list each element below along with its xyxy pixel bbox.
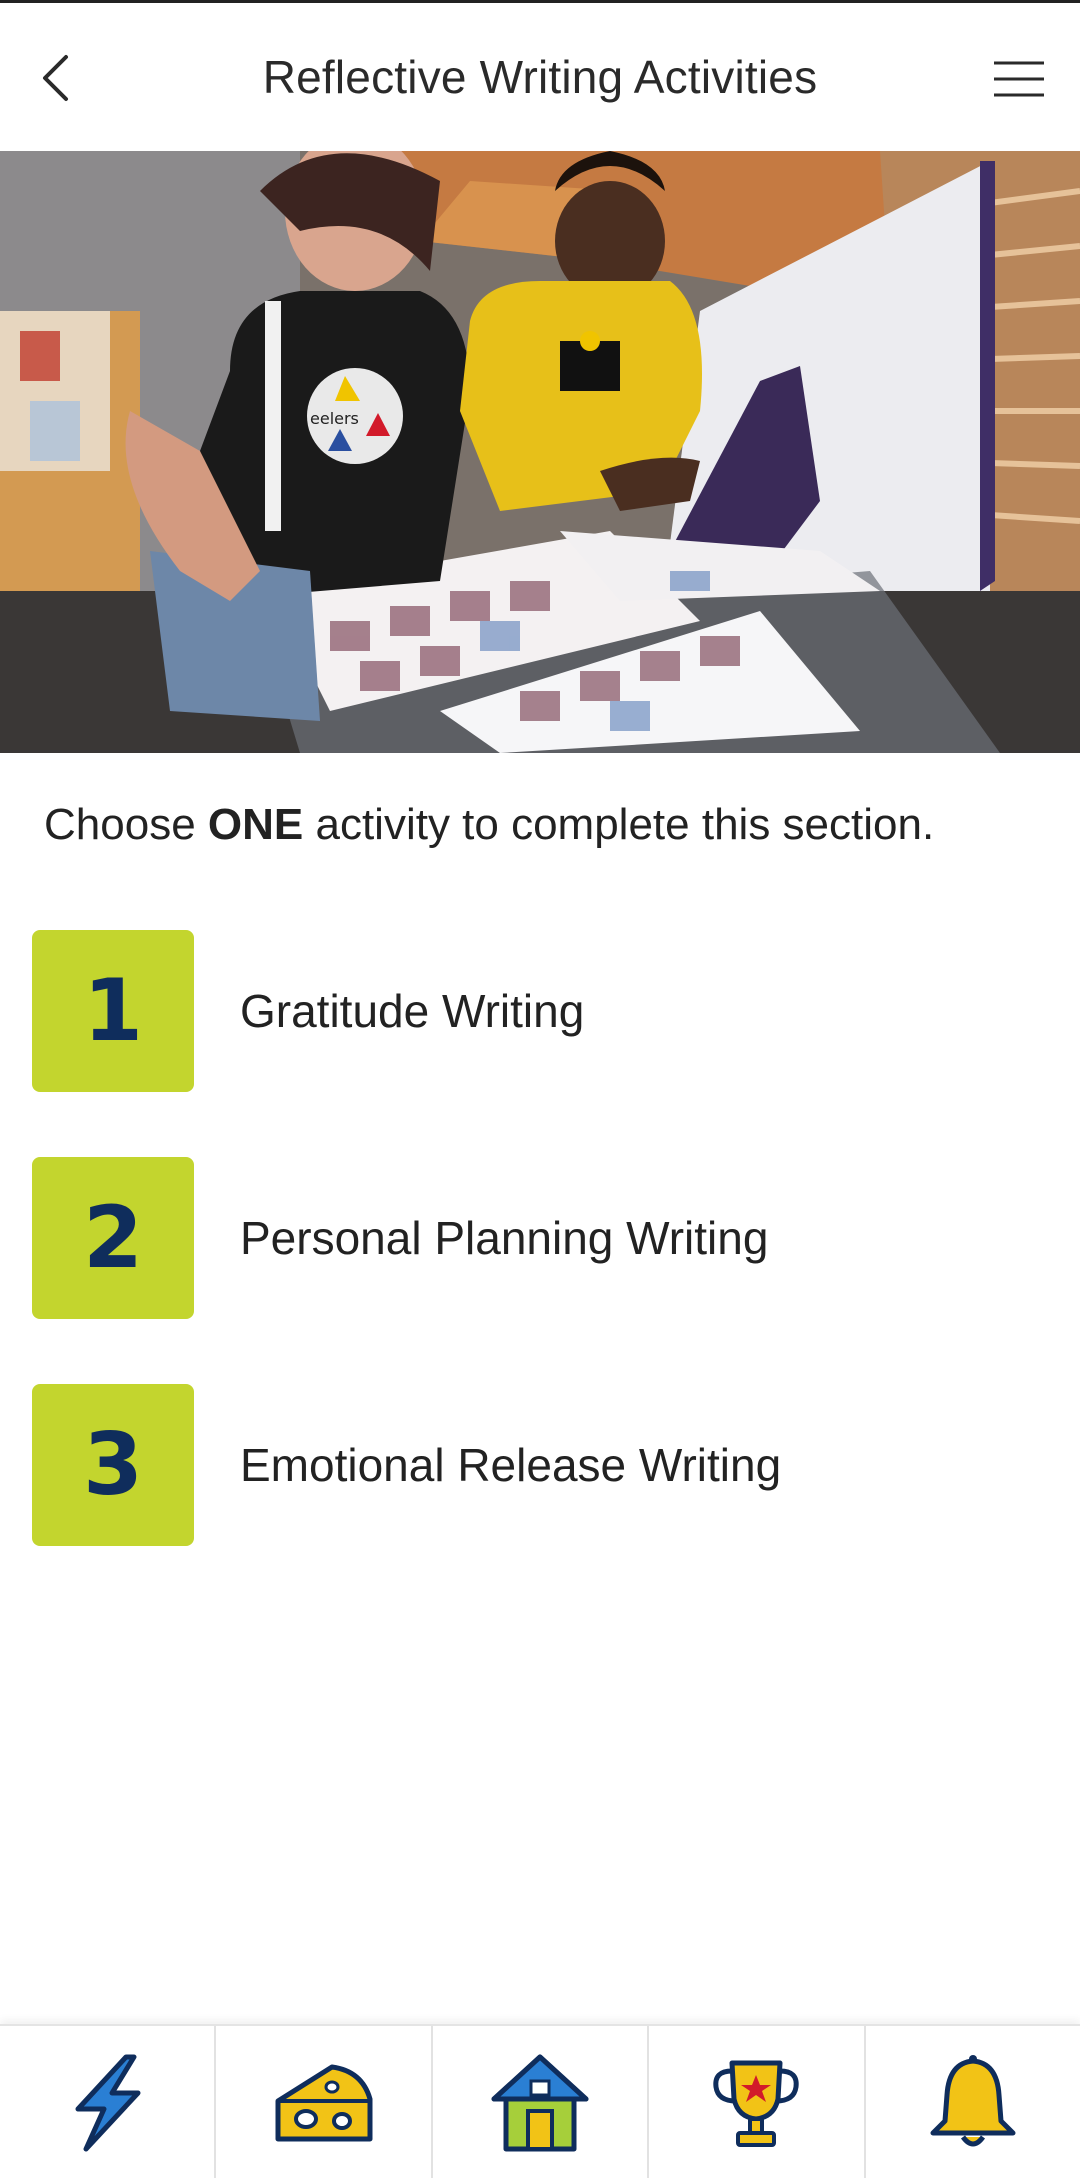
instructions-emphasis: ONE xyxy=(207,800,304,849)
activity-label: Personal Planning Writing xyxy=(240,1212,769,1264)
activity-number-badge: 2 xyxy=(32,1157,194,1319)
activity-number: 2 xyxy=(83,1188,143,1288)
activity-label: Emotional Release Writing xyxy=(240,1439,782,1491)
activity-item-personal-planning-writing[interactable]: 2 Personal Planning Writing xyxy=(32,1157,1048,1319)
hamburger-menu-icon xyxy=(994,61,1044,97)
activity-number: 3 xyxy=(83,1415,143,1515)
nav-item-activity[interactable] xyxy=(0,2026,217,2178)
nav-item-rewards[interactable] xyxy=(216,2026,433,2178)
instructions-suffix: activity to complete this section. xyxy=(303,800,935,849)
lightning-bolt-icon xyxy=(75,2054,141,2152)
cheese-icon xyxy=(275,2064,373,2142)
trophy-icon xyxy=(713,2060,800,2147)
nav-item-achievements[interactable] xyxy=(649,2026,866,2178)
app-screen: Reflective Writing Activities eelers Cho… xyxy=(0,0,1080,2178)
nav-item-home[interactable] xyxy=(433,2026,650,2178)
instructions-text: Choose ONE activity to complete this sec… xyxy=(44,798,1044,852)
menu-button[interactable] xyxy=(988,49,1050,109)
back-button[interactable] xyxy=(30,43,80,113)
page-title: Reflective Writing Activities xyxy=(262,51,818,103)
activity-number: 1 xyxy=(83,961,143,1061)
instructions-prefix: Choose xyxy=(44,800,208,849)
activity-number-badge: 3 xyxy=(32,1384,194,1546)
top-app-bar: Reflective Writing Activities xyxy=(0,3,1080,151)
activity-label: Gratitude Writing xyxy=(240,985,585,1037)
hero-photo: eelers xyxy=(0,151,1080,753)
bottom-navigation-bar xyxy=(0,2024,1080,2178)
jersey-text: eelers xyxy=(310,409,359,428)
nav-item-notifications[interactable] xyxy=(866,2026,1080,2178)
activity-number-badge: 1 xyxy=(32,930,194,1092)
home-icon xyxy=(491,2054,589,2152)
chevron-left-icon xyxy=(43,55,68,101)
activity-item-gratitude-writing[interactable]: 1 Gratitude Writing xyxy=(32,930,1048,1092)
activity-item-emotional-release-writing[interactable]: 3 Emotional Release Writing xyxy=(32,1384,1048,1546)
bell-icon xyxy=(930,2055,1016,2147)
